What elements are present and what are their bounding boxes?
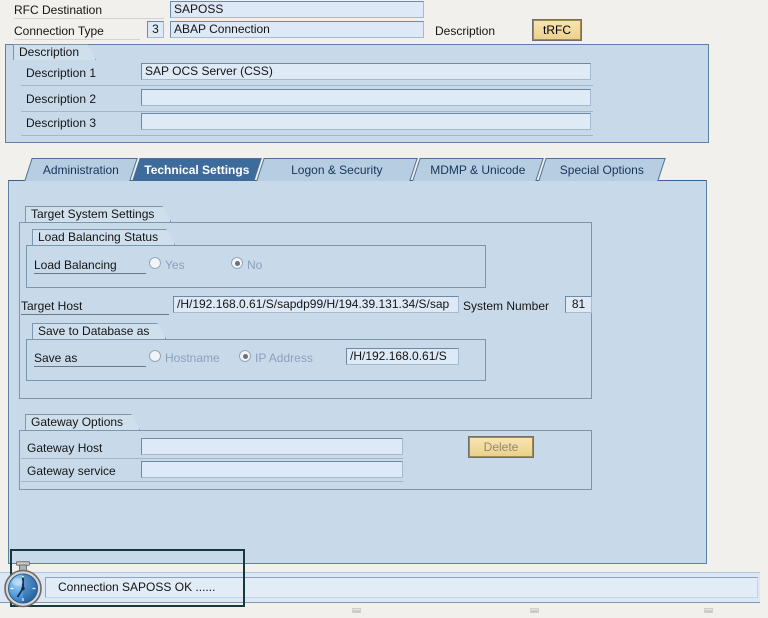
tab-administration[interactable]: Administration [24, 158, 138, 181]
row-divider [21, 458, 403, 459]
save-as-value-input[interactable]: /H/192.168.0.61/S [346, 348, 459, 365]
trfc-button[interactable]: tRFC [533, 20, 581, 40]
delete-button[interactable]: Delete [469, 437, 533, 457]
tab-logon-security[interactable]: Logon & Security [256, 158, 418, 181]
target-system-settings-title: Target System Settings [25, 206, 171, 222]
tab-special-options[interactable]: Special Options [538, 158, 666, 181]
row-divider [21, 481, 403, 482]
load-balancing-label: Load Balancing [34, 258, 146, 274]
connection-type-label: Connection Type [14, 24, 140, 40]
description-panel: Description Description 1 SAP OCS Server… [5, 44, 709, 143]
rfc-destination-input[interactable]: SAPOSS [170, 1, 424, 18]
target-host-input[interactable]: /H/192.168.0.61/S/sapdp99/H/194.39.131.3… [173, 296, 459, 313]
description-3-input[interactable] [141, 113, 591, 130]
gateway-host-input[interactable] [141, 438, 403, 455]
load-balancing-no-label: No [247, 258, 263, 272]
row-divider [21, 85, 593, 86]
load-balancing-no-radio[interactable] [231, 257, 243, 269]
description-2-label: Description 2 [26, 92, 97, 106]
row-divider [21, 111, 593, 112]
load-balancing-status-title: Load Balancing Status [32, 229, 175, 245]
gateway-options-title: Gateway Options [25, 414, 140, 430]
annotation-highlight-rectangle [10, 549, 245, 607]
stopwatch-icon [4, 561, 42, 608]
gateway-host-label: Gateway Host [27, 441, 103, 455]
target-host-label: Target Host [21, 299, 169, 315]
save-as-ip-radio[interactable] [239, 350, 251, 362]
gateway-service-label: Gateway service [27, 464, 116, 478]
description-2-input[interactable] [141, 89, 591, 106]
connection-type-name-input[interactable]: ABAP Connection [170, 21, 424, 38]
save-as-ip-label: IP Address [255, 351, 313, 365]
description-group-title: Description [13, 44, 96, 60]
save-as-hostname-radio[interactable] [149, 350, 161, 362]
description-1-label: Description 1 [26, 66, 97, 80]
technical-settings-panel: Target System Settings Load Balancing St… [8, 180, 707, 564]
connection-type-code-input[interactable]: 3 [147, 21, 164, 38]
row-divider [21, 135, 593, 136]
rfc-destination-label: RFC Destination [14, 3, 164, 19]
statusbar-gripper [530, 608, 539, 613]
load-balancing-yes-radio[interactable] [149, 257, 161, 269]
description-1-input[interactable]: SAP OCS Server (CSS) [141, 63, 591, 80]
save-as-label: Save as [34, 351, 146, 367]
tab-technical-settings[interactable]: Technical Settings [132, 158, 262, 181]
save-as-hostname-label: Hostname [165, 351, 220, 365]
save-to-database-title: Save to Database as [32, 323, 166, 339]
gateway-service-input[interactable] [141, 461, 403, 478]
statusbar-gripper [352, 608, 361, 613]
description-header-label: Description [435, 24, 496, 38]
system-number-label: System Number [463, 299, 550, 313]
tab-mdmp-unicode[interactable]: MDMP & Unicode [412, 158, 544, 181]
system-number-input[interactable]: 81 [565, 296, 592, 313]
load-balancing-yes-label: Yes [165, 258, 185, 272]
statusbar-gripper [704, 608, 713, 613]
description-3-label: Description 3 [26, 116, 97, 130]
